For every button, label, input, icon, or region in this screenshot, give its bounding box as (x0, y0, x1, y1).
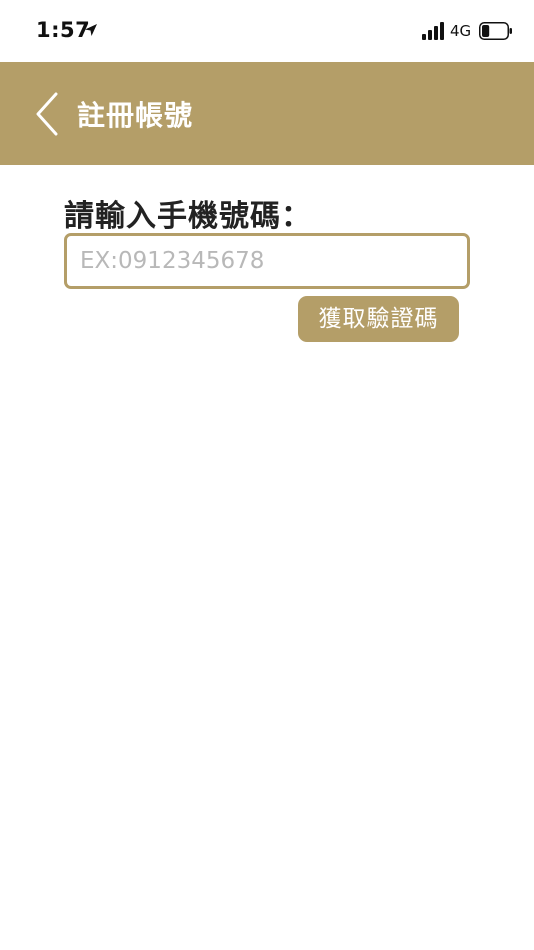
phone-number-input[interactable] (64, 233, 470, 289)
status-time: 1:57 (36, 18, 91, 42)
cellular-signal-icon (422, 22, 444, 40)
phone-number-label: 請輸入手機號碼： (64, 199, 312, 234)
location-arrow-icon (85, 24, 97, 36)
nav-bar: 註冊帳號 (0, 62, 534, 165)
back-chevron-icon[interactable] (30, 90, 66, 138)
page-title: 註冊帳號 (77, 99, 194, 132)
status-bar: 1:57 4G (0, 0, 534, 62)
get-verification-code-button[interactable]: 獲取驗證碼 (298, 296, 459, 342)
battery-icon (479, 22, 512, 40)
network-type-label: 4G (450, 22, 472, 40)
